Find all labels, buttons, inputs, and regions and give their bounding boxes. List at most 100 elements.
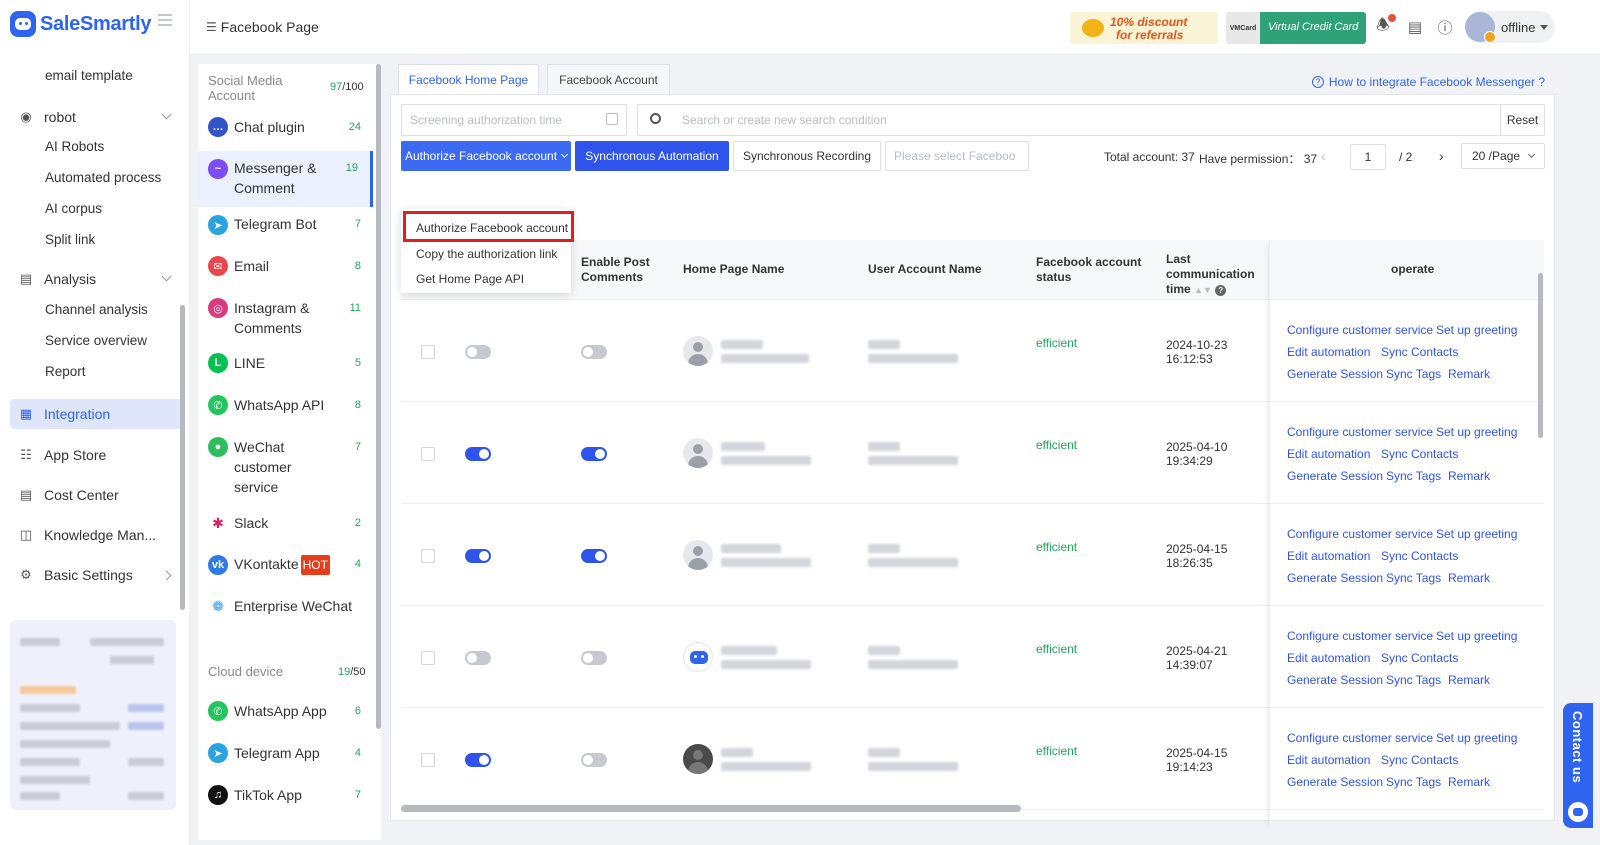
- menu-item-copy-authorization-link[interactable]: Copy the authorization link: [416, 247, 557, 261]
- edit-automation-link[interactable]: Edit automation: [1287, 447, 1370, 461]
- sync-tags-link[interactable]: Sync Tags: [1386, 673, 1441, 687]
- configure-customer-service-link[interactable]: Configure customer service: [1287, 731, 1433, 745]
- sync-contacts-link[interactable]: Sync Contacts: [1381, 447, 1458, 461]
- reset-button[interactable]: Reset: [1500, 105, 1544, 135]
- generate-session-link[interactable]: Generate Session: [1287, 367, 1383, 381]
- nav-automated-process[interactable]: Automated process: [45, 170, 161, 185]
- tab-facebook-home-page[interactable]: Facebook Home Page: [398, 64, 539, 94]
- nav-email-template[interactable]: email template: [45, 68, 133, 83]
- set-up-greeting-link[interactable]: Set up greeting: [1436, 323, 1517, 337]
- row-checkbox[interactable]: [421, 345, 435, 359]
- edit-automation-link[interactable]: Edit automation: [1287, 651, 1370, 665]
- page-number-input[interactable]: 1: [1350, 144, 1386, 170]
- nav-app-store[interactable]: ☷ App Store: [10, 440, 182, 470]
- nav-cost-center[interactable]: ▤ Cost Center: [10, 480, 182, 510]
- configure-customer-service-link[interactable]: Configure customer service: [1287, 527, 1433, 541]
- info-icon[interactable]: ?: [1215, 285, 1227, 296]
- help-link-messenger[interactable]: ? How to integrate Facebook Messenger ?: [1311, 75, 1545, 89]
- set-up-greeting-link[interactable]: Set up greeting: [1436, 629, 1517, 643]
- facebook-select[interactable]: Please select Faceboo: [885, 141, 1029, 171]
- generate-session-link[interactable]: Generate Session: [1287, 571, 1383, 585]
- nav-channel-analysis[interactable]: Channel analysis: [45, 302, 148, 317]
- sync-contacts-link[interactable]: Sync Contacts: [1381, 345, 1458, 359]
- user-status-menu[interactable]: offline: [1465, 11, 1555, 43]
- nav-integration[interactable]: ▦ Integration: [10, 399, 182, 429]
- channel-telegram-app[interactable]: ➤ Telegram App 4: [198, 743, 373, 773]
- channel-scrollbar[interactable]: [376, 64, 381, 729]
- synchronous-recording-button[interactable]: Synchronous Recording: [733, 141, 881, 171]
- nav-basic-settings[interactable]: ⚙ Basic Settings: [10, 560, 182, 590]
- search-input[interactable]: Search or create new search condition Re…: [637, 104, 1545, 136]
- nav-split-link[interactable]: Split link: [45, 232, 95, 247]
- sync-contacts-link[interactable]: Sync Contacts: [1381, 549, 1458, 563]
- post-comments-toggle[interactable]: [581, 345, 607, 359]
- remark-link[interactable]: Remark: [1448, 367, 1490, 381]
- clipboard-icon[interactable]: ▤: [1405, 17, 1425, 37]
- synchronous-automation-button[interactable]: Synchronous Automation: [575, 141, 729, 171]
- remark-link[interactable]: Remark: [1448, 469, 1490, 483]
- sync-tags-link[interactable]: Sync Tags: [1386, 571, 1441, 585]
- post-comments-toggle[interactable]: [581, 549, 607, 563]
- menu-item-get-home-page-api[interactable]: Get Home Page API: [416, 272, 524, 286]
- set-up-greeting-link[interactable]: Set up greeting: [1436, 425, 1517, 439]
- channel-email[interactable]: ✉ Email 8: [198, 256, 373, 286]
- sync-tags-link[interactable]: Sync Tags: [1386, 367, 1441, 381]
- sync-tags-link[interactable]: Sync Tags: [1386, 469, 1441, 483]
- tab-facebook-account[interactable]: Facebook Account: [547, 64, 670, 94]
- nav-analysis[interactable]: ▤ Analysis: [10, 264, 182, 294]
- table-horizontal-scrollbar[interactable]: [401, 805, 1021, 812]
- channel-vkontakte[interactable]: vk VKontakte HOT 4: [198, 554, 373, 584]
- next-page-icon[interactable]: ›: [1439, 148, 1444, 164]
- set-up-greeting-link[interactable]: Set up greeting: [1436, 527, 1517, 541]
- row-checkbox[interactable]: [421, 549, 435, 563]
- post-comments-toggle[interactable]: [581, 651, 607, 665]
- channel-instagram[interactable]: ◎ Instagram & Comments 11: [198, 298, 373, 344]
- sync-contacts-link[interactable]: Sync Contacts: [1381, 651, 1458, 665]
- authorize-facebook-account-button[interactable]: Authorize Facebook account: [401, 141, 571, 171]
- menu-collapse-icon[interactable]: [158, 14, 172, 26]
- table-vertical-scrollbar[interactable]: [1538, 273, 1543, 438]
- channel-tiktok-app[interactable]: ♫ TikTok App 7: [198, 785, 373, 815]
- configure-customer-service-link[interactable]: Configure customer service: [1287, 425, 1433, 439]
- help-icon[interactable]: ⓘ: [1435, 17, 1455, 37]
- channel-wechat-customer-service[interactable]: ● WeChat customer service 7: [198, 437, 373, 503]
- edit-automation-link[interactable]: Edit automation: [1287, 549, 1370, 563]
- prev-page-icon[interactable]: ‹: [1321, 148, 1326, 164]
- nav-knowledge[interactable]: ◫ Knowledge Man...: [10, 520, 182, 550]
- post-comments-toggle[interactable]: [581, 753, 607, 767]
- channel-messenger-comment[interactable]: ~ Messenger & Comment 19: [198, 151, 373, 207]
- remark-link[interactable]: Remark: [1448, 673, 1490, 687]
- sync-contacts-link[interactable]: Sync Contacts: [1381, 753, 1458, 767]
- bell-icon[interactable]: 🕭: [1373, 13, 1397, 37]
- messenger-toggle[interactable]: [465, 345, 491, 359]
- messenger-toggle[interactable]: [465, 753, 491, 767]
- post-comments-toggle[interactable]: [581, 447, 607, 461]
- messenger-toggle[interactable]: [465, 447, 491, 461]
- row-checkbox[interactable]: [421, 651, 435, 665]
- row-checkbox[interactable]: [421, 447, 435, 461]
- set-up-greeting-link[interactable]: Set up greeting: [1436, 731, 1517, 745]
- channel-slack[interactable]: ✱ Slack 2: [198, 513, 373, 543]
- channel-whatsapp-api[interactable]: ✆ WhatsApp API 8: [198, 395, 373, 425]
- remark-link[interactable]: Remark: [1448, 775, 1490, 789]
- sort-icon[interactable]: ▲▼: [1194, 285, 1212, 295]
- channel-line[interactable]: L LINE 5: [198, 353, 373, 383]
- row-checkbox[interactable]: [421, 753, 435, 767]
- generate-session-link[interactable]: Generate Session: [1287, 673, 1383, 687]
- page-size-select[interactable]: 20 /Page: [1461, 143, 1545, 169]
- nav-scrollbar[interactable]: [180, 305, 185, 610]
- nav-ai-robots[interactable]: AI Robots: [45, 139, 104, 154]
- nav-service-overview[interactable]: Service overview: [45, 333, 147, 348]
- generate-session-link[interactable]: Generate Session: [1287, 469, 1383, 483]
- edit-automation-link[interactable]: Edit automation: [1287, 753, 1370, 767]
- nav-robot[interactable]: ◉ robot: [10, 102, 182, 132]
- nav-ai-corpus[interactable]: AI corpus: [45, 201, 102, 216]
- generate-session-link[interactable]: Generate Session: [1287, 775, 1383, 789]
- authorization-date-filter[interactable]: Screening authorization time: [401, 104, 627, 136]
- logo[interactable]: SaleSmartly: [10, 10, 152, 38]
- sync-tags-link[interactable]: Sync Tags: [1386, 775, 1441, 789]
- nav-report[interactable]: Report: [45, 364, 86, 379]
- virtual-credit-card-banner[interactable]: VMCard Virtual Credit Card: [1226, 12, 1366, 44]
- channel-whatsapp-app[interactable]: ✆ WhatsApp App 6: [198, 701, 373, 731]
- edit-automation-link[interactable]: Edit automation: [1287, 345, 1370, 359]
